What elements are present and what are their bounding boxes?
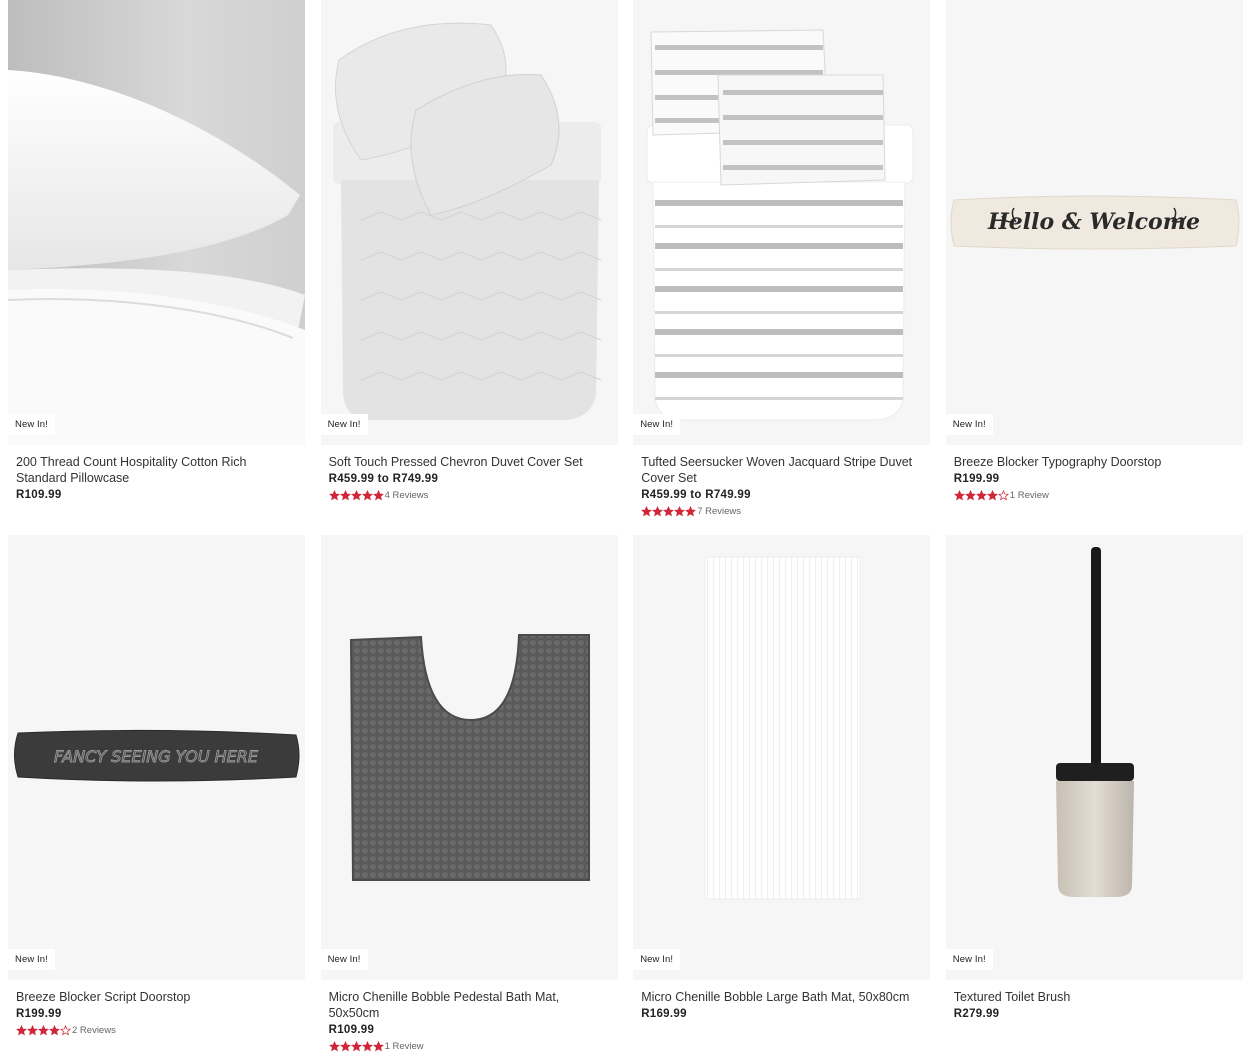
review-count[interactable]: 2 Reviews (72, 1025, 116, 1036)
pedestal-mat-icon (349, 634, 590, 881)
star-filled-icon (361, 1040, 373, 1051)
doorstop-script-icon: FANCY SEEING YOU HERE (14, 729, 300, 782)
star-filled-icon (49, 1024, 60, 1035)
product-name[interactable]: Breeze Blocker Script Doorstop (16, 989, 297, 1005)
star-rating (641, 505, 697, 517)
star-rating (16, 1024, 71, 1036)
new-in-badge: New In! (945, 949, 993, 970)
bath-mat-icon (704, 556, 861, 900)
product-price: R199.99 (16, 1008, 62, 1020)
star-filled-icon (975, 489, 987, 500)
star-filled-icon (361, 489, 373, 500)
review-count[interactable]: 1 Review (1010, 490, 1049, 501)
product-price: R109.99 (328, 1024, 375, 1036)
new-in-badge: New In! (633, 414, 681, 435)
review-count[interactable]: 4 Reviews (385, 490, 429, 501)
duvet-stripe-icon (646, 29, 914, 421)
product-price: R459.99 to R749.99 (328, 473, 439, 485)
product-price: R169.99 (641, 1008, 687, 1020)
new-in-badge: New In! (8, 949, 55, 970)
product-name[interactable]: Micro Chenille Bobble Pedestal Bath Mat,… (329, 989, 610, 1021)
product-rating: 1 Review (953, 488, 1235, 502)
star-empty-icon (997, 489, 1009, 500)
product-name[interactable]: Micro Chenille Bobble Large Bath Mat, 50… (641, 989, 922, 1005)
star-rating (328, 1040, 384, 1052)
star-filled-icon (27, 1024, 38, 1035)
new-in-badge: New In! (320, 949, 368, 970)
star-filled-icon (674, 505, 686, 516)
product-card[interactable]: New In! Micro Chenille Bobble Large Bath… (633, 535, 931, 1054)
product-rating: 2 Reviews (16, 1023, 297, 1037)
product-price: R109.99 (16, 489, 62, 501)
star-filled-icon (641, 505, 653, 516)
star-rating (953, 489, 1009, 501)
star-filled-icon (652, 505, 664, 516)
star-filled-icon (38, 1024, 49, 1035)
new-in-badge: New In! (945, 414, 993, 435)
product-image[interactable]: New In! (320, 0, 618, 445)
product-name[interactable]: 200 Thread Count Hospitality Cotton Rich… (16, 454, 297, 486)
product-image[interactable]: FANCY SEEING YOU HERE New In! (8, 535, 305, 980)
product-image[interactable]: New In! (945, 535, 1243, 980)
product-rating: 4 Reviews (328, 488, 610, 502)
product-image[interactable]: New In! (320, 535, 618, 980)
toilet-brush-icon (1055, 547, 1134, 897)
star-filled-icon (685, 505, 697, 516)
product-image[interactable]: New In! (8, 0, 305, 445)
new-in-badge: New In! (633, 949, 681, 970)
new-in-badge: New In! (8, 414, 55, 435)
product-name[interactable]: Tufted Seersucker Woven Jacquard Stripe … (641, 454, 922, 486)
star-filled-icon (339, 1040, 351, 1051)
product-name[interactable]: Textured Toilet Brush (954, 989, 1235, 1005)
doorstop-hello-icon: Hello & Welcome (950, 195, 1240, 250)
product-rating: 1 Review (328, 1039, 610, 1053)
product-price: R199.99 (953, 473, 1000, 485)
star-filled-icon (986, 489, 998, 500)
star-filled-icon (953, 489, 965, 500)
product-card[interactable]: Hello & Welcome New In! Breeze Blocker T… (945, 0, 1243, 535)
doorstop-text: Hello & Welcome (987, 209, 1200, 235)
product-image[interactable]: Hello & Welcome New In! (945, 0, 1243, 445)
star-filled-icon (663, 505, 675, 516)
doorstop-text: FANCY SEEING YOU HERE (54, 747, 259, 766)
product-name[interactable]: Soft Touch Pressed Chevron Duvet Cover S… (329, 454, 610, 470)
star-filled-icon (339, 489, 351, 500)
star-filled-icon (372, 489, 384, 500)
product-card[interactable]: New In! Tufted Seersucker Woven Jacquard… (633, 0, 931, 535)
star-filled-icon (350, 489, 362, 500)
star-filled-icon (328, 489, 340, 500)
star-filled-icon (328, 1040, 340, 1051)
product-card[interactable]: New In! Micro Chenille Bobble Pedestal B… (320, 535, 618, 1054)
star-filled-icon (350, 1040, 362, 1051)
pillowcase-icon (8, 0, 305, 445)
product-price: R279.99 (953, 1008, 1000, 1020)
product-name[interactable]: Breeze Blocker Typography Doorstop (954, 454, 1235, 470)
product-price: R459.99 to R749.99 (641, 489, 751, 501)
review-count[interactable]: 1 Review (385, 1041, 424, 1052)
product-card[interactable]: New In! 200 Thread Count Hospitality Cot… (8, 0, 305, 535)
product-rating: 7 Reviews (641, 504, 922, 518)
duvet-chevron-icon (332, 22, 601, 420)
new-in-badge: New In! (320, 414, 368, 435)
review-count[interactable]: 7 Reviews (697, 506, 741, 517)
star-filled-icon (16, 1024, 27, 1035)
product-grid: New In! 200 Thread Count Hospitality Cot… (8, 0, 1243, 1054)
star-rating (328, 489, 384, 501)
product-card[interactable]: New In! Textured Toilet Brush R279.99 (945, 535, 1243, 1054)
star-empty-icon (60, 1024, 71, 1035)
star-filled-icon (964, 489, 976, 500)
product-image[interactable]: New In! (633, 535, 931, 980)
product-card[interactable]: New In! Soft Touch Pressed Chevron Duvet… (320, 0, 618, 535)
star-filled-icon (372, 1040, 384, 1051)
product-image[interactable]: New In! (633, 0, 931, 445)
product-card[interactable]: FANCY SEEING YOU HERE New In! Breeze Blo… (8, 535, 305, 1054)
